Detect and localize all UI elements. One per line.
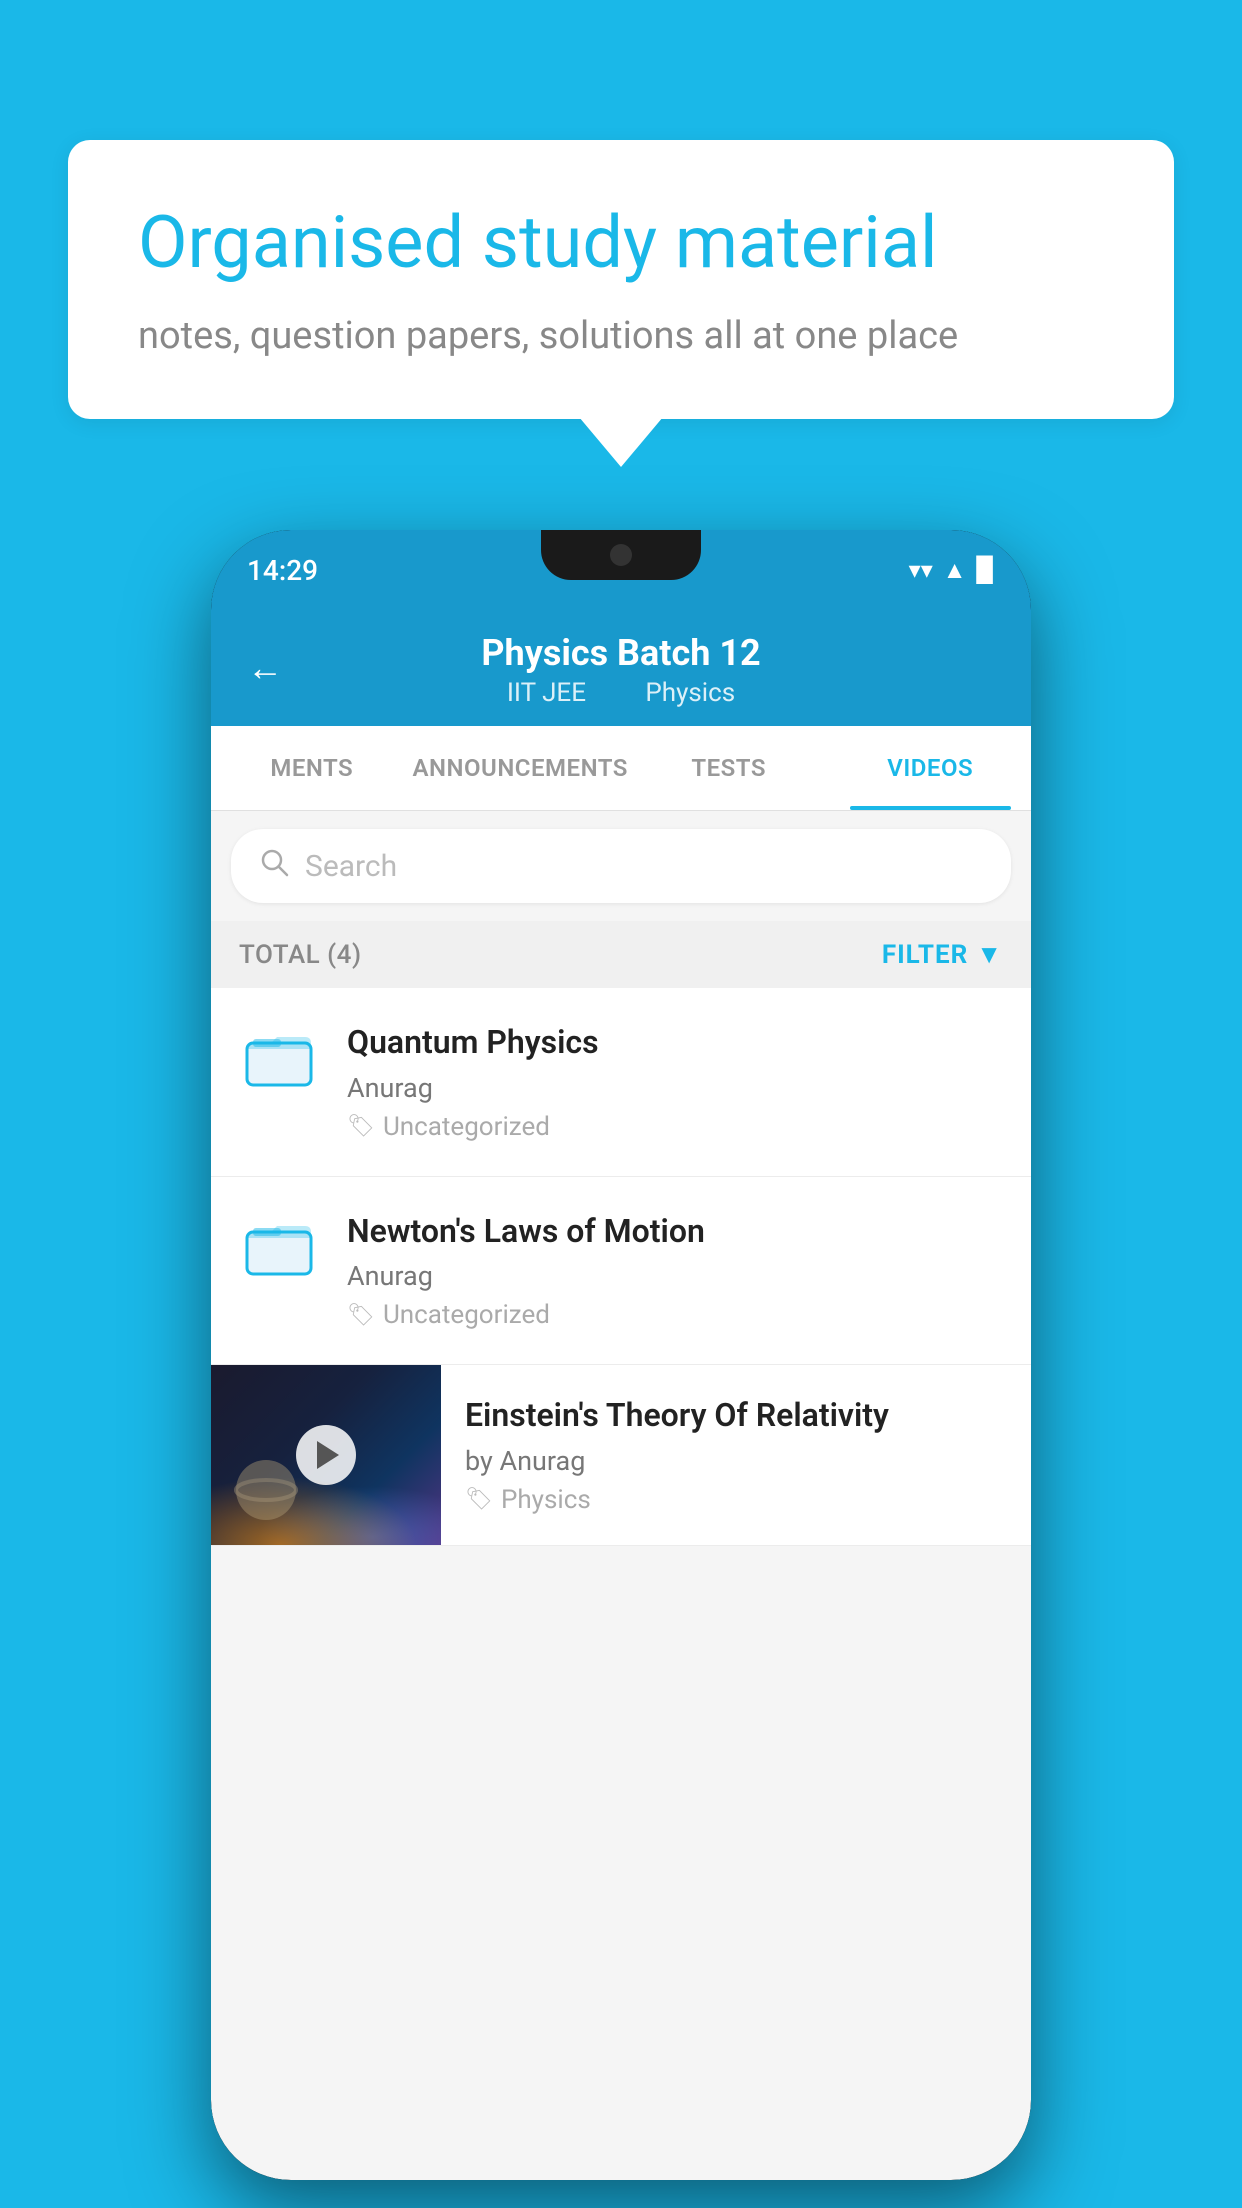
camera-dot — [610, 544, 632, 566]
speech-bubble-heading: Organised study material — [138, 200, 1104, 286]
search-icon — [259, 847, 289, 885]
tab-tests[interactable]: TESTS — [628, 726, 830, 810]
header-subtitle: IIT JEE Physics — [497, 678, 745, 708]
back-button[interactable]: ← — [247, 647, 283, 689]
filter-label: FILTER — [882, 940, 968, 970]
tag-label-newton: Uncategorized — [383, 1300, 550, 1330]
list-item[interactable]: Newton's Laws of Motion Anurag 🏷 Uncateg… — [211, 1177, 1031, 1366]
subtitle-part1: IIT JEE — [507, 678, 586, 708]
signal-icon: ▲ — [943, 556, 967, 585]
speech-bubble: Organised study material notes, question… — [68, 140, 1174, 419]
video-list: Quantum Physics Anurag 🏷 Uncategorized — [211, 988, 1031, 1546]
total-label: TOTAL (4) — [239, 940, 362, 970]
subtitle-separator — [612, 678, 625, 708]
video-info-newton: Newton's Laws of Motion Anurag 🏷 Uncateg… — [347, 1211, 1003, 1331]
speech-bubble-subtext: notes, question papers, solutions all at… — [138, 310, 1104, 363]
video-title-einstein: Einstein's Theory Of Relativity — [465, 1395, 1007, 1437]
video-title-newton: Newton's Laws of Motion — [347, 1211, 1003, 1253]
status-bar: 14:29 ▾▾ ▲ ▉ — [211, 530, 1031, 610]
tag-icon-quantum: 🏷 — [347, 1114, 375, 1139]
video-tag-newton: 🏷 Uncategorized — [347, 1300, 1003, 1330]
video-tag-quantum: 🏷 Uncategorized — [347, 1112, 1003, 1142]
tab-announcements[interactable]: ANNOUNCEMENTS — [413, 726, 628, 810]
video-author-newton: Anurag — [347, 1260, 1003, 1292]
filter-button[interactable]: FILTER ▼ — [882, 939, 1003, 970]
app-header: ← Physics Batch 12 IIT JEE Physics — [211, 610, 1031, 726]
notch — [541, 530, 701, 580]
search-placeholder: Search — [305, 849, 397, 884]
video-info-einstein: Einstein's Theory Of Relativity by Anura… — [441, 1365, 1031, 1539]
tabs-bar: MENTS ANNOUNCEMENTS TESTS VIDEOS — [211, 726, 1031, 811]
search-bar[interactable]: Search — [231, 829, 1011, 903]
folder-icon-quantum — [239, 1022, 319, 1092]
status-icons: ▾▾ ▲ ▉ — [909, 556, 995, 585]
list-item[interactable]: Quantum Physics Anurag 🏷 Uncategorized — [211, 988, 1031, 1177]
speech-bubble-container: Organised study material notes, question… — [68, 140, 1174, 419]
header-title: Physics Batch 12 — [481, 632, 760, 674]
video-author-quantum: Anurag — [347, 1072, 1003, 1104]
video-tag-einstein: 🏷 Physics — [465, 1485, 1007, 1515]
status-time: 14:29 — [247, 554, 318, 587]
video-thumbnail-einstein — [211, 1365, 441, 1545]
video-author-einstein: by Anurag — [465, 1445, 1007, 1477]
video-info-quantum: Quantum Physics Anurag 🏷 Uncategorized — [347, 1022, 1003, 1142]
tag-icon-einstein: 🏷 — [465, 1487, 493, 1512]
phone-frame: 14:29 ▾▾ ▲ ▉ ← Physics Batch 12 IIT JEE … — [211, 530, 1031, 2180]
video-title-quantum: Quantum Physics — [347, 1022, 1003, 1064]
list-item[interactable]: Einstein's Theory Of Relativity by Anura… — [211, 1365, 1031, 1546]
battery-icon: ▉ — [977, 556, 995, 584]
tag-label-einstein: Physics — [501, 1485, 591, 1515]
folder-icon-newton — [239, 1211, 319, 1281]
tab-videos[interactable]: VIDEOS — [829, 726, 1031, 810]
filter-bar: TOTAL (4) FILTER ▼ — [211, 921, 1031, 988]
wifi-icon: ▾▾ — [909, 556, 933, 584]
filter-funnel-icon: ▼ — [976, 939, 1003, 970]
tag-icon-newton: 🏷 — [347, 1303, 375, 1328]
tag-label-quantum: Uncategorized — [383, 1112, 550, 1142]
phone-screen: Search TOTAL (4) FILTER ▼ — [211, 811, 1031, 2180]
subtitle-part2: Physics — [645, 678, 735, 708]
phone-inner: 14:29 ▾▾ ▲ ▉ ← Physics Batch 12 IIT JEE … — [211, 530, 1031, 2180]
tab-ments[interactable]: MENTS — [211, 726, 413, 810]
